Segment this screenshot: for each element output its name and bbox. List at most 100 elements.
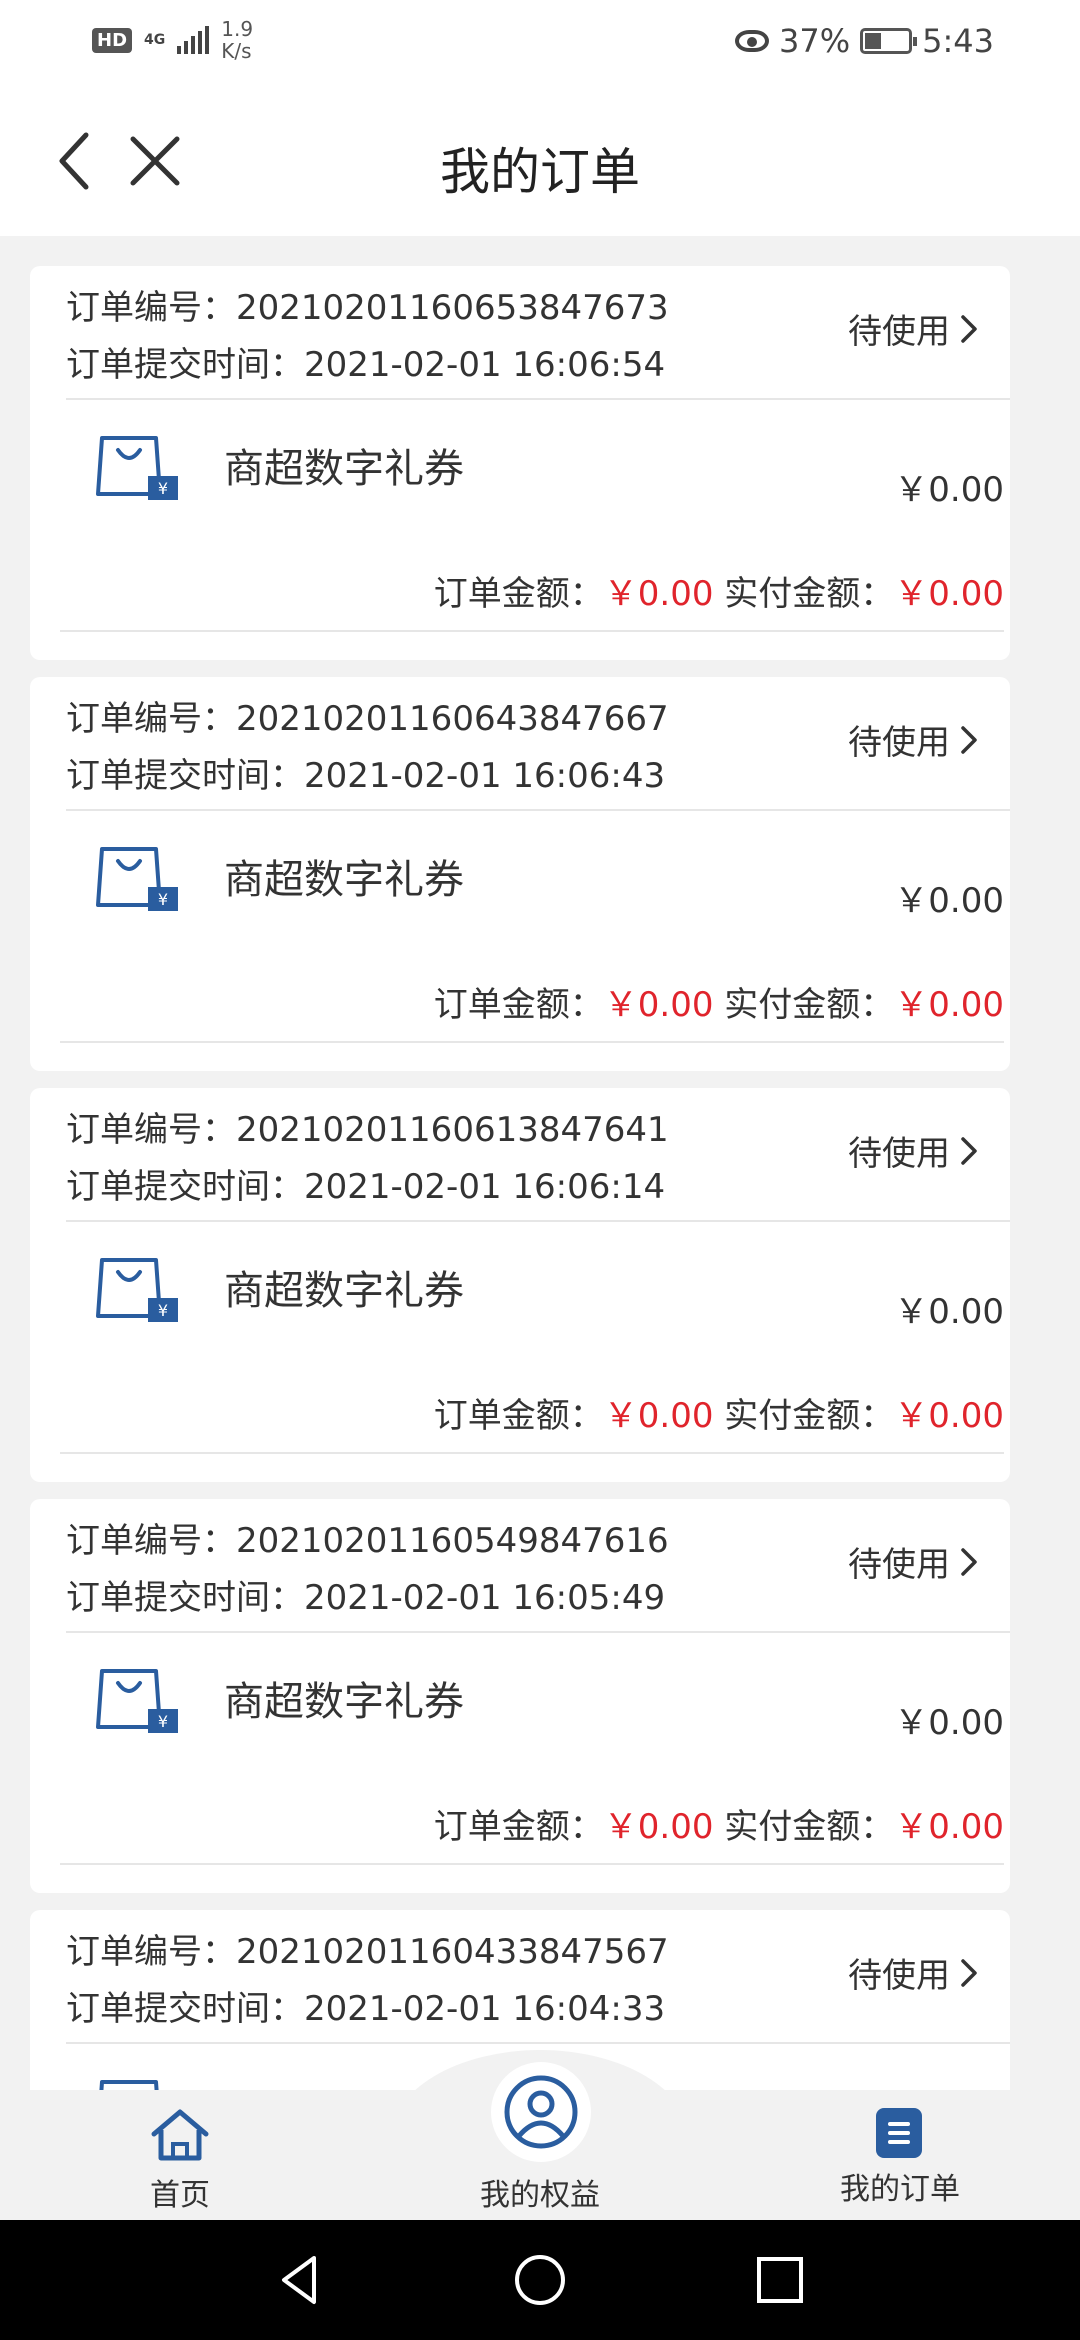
order-number: 20210201160643847667 [236, 699, 669, 739]
user-icon [504, 2075, 578, 2149]
order-amount: ￥0.00 [603, 1396, 714, 1436]
order-time-label: 订单提交时间： [66, 1167, 304, 1207]
network-speed: 1.9 K/s [221, 17, 254, 63]
order-number-label: 订单编号： [66, 1110, 236, 1150]
order-card[interactable]: 订单编号：20210201160643847667 订单提交时间：2021-02… [30, 677, 1010, 1071]
order-time-label: 订单提交时间： [66, 1989, 304, 2029]
clock: 5:43 [922, 22, 994, 60]
order-card[interactable]: 订单编号：20210201160613847641 订单提交时间：2021-02… [30, 1088, 1010, 1482]
paid-amount: ￥0.00 [894, 985, 1004, 1025]
hd-badge: HD [92, 27, 133, 53]
order-number: 20210201160653847673 [236, 288, 669, 328]
divider [66, 809, 1010, 811]
order-number: 20210201160549847616 [236, 1521, 669, 1561]
order-status[interactable]: 待使用 [848, 715, 980, 764]
product-name: 商超数字礼券 [224, 857, 464, 903]
order-status[interactable]: 待使用 [848, 1948, 980, 1997]
divider [66, 1220, 1010, 1222]
home-icon [151, 2109, 209, 2161]
chevron-right-icon [961, 1547, 977, 1576]
order-summary: 订单金额：￥0.00 实付金额：￥0.00 [434, 1388, 1004, 1437]
divider [60, 1041, 1004, 1043]
shopping-bag-icon: ¥ [96, 847, 178, 911]
order-time: 2021-02-01 16:06:54 [304, 345, 666, 385]
shopping-bag-icon: ¥ [96, 1258, 178, 1322]
order-number-row: 订单编号：20210201160653847673 [66, 280, 669, 337]
order-status[interactable]: 待使用 [848, 1126, 980, 1175]
order-number: 20210201160433847567 [236, 1932, 669, 1972]
order-number-label: 订单编号： [66, 1932, 236, 1972]
order-list[interactable]: 订单编号：20210201160653847673 订单提交时间：2021-02… [30, 266, 1010, 2090]
product-price: ￥0.00 [894, 1292, 1004, 1332]
divider [66, 1631, 1010, 1633]
order-time: 2021-02-01 16:06:14 [304, 1167, 666, 1207]
order-amount: ￥0.00 [603, 985, 714, 1025]
system-recents-icon[interactable] [750, 2250, 810, 2310]
svg-text:¥: ¥ [158, 1712, 168, 1731]
paid-amount-label: 实付金额： [724, 1396, 895, 1436]
order-status-label: 待使用 [848, 1134, 950, 1174]
order-status-label: 待使用 [848, 312, 950, 352]
nav-benefits[interactable]: 我的权益 [430, 2062, 650, 2220]
paid-amount-label: 实付金额： [724, 985, 895, 1025]
nav-home[interactable]: 首页 [70, 2090, 290, 2220]
order-time-row: 订单提交时间：2021-02-01 16:05:49 [66, 1570, 669, 1627]
battery-icon [860, 28, 918, 54]
order-status[interactable]: 待使用 [848, 304, 980, 353]
nav-benefits-label: 我的权益 [480, 2178, 600, 2213]
shopping-bag-icon: ¥ [96, 1669, 178, 1733]
page-title: 我的订单 [440, 143, 640, 201]
paid-amount: ￥0.00 [894, 1396, 1004, 1436]
signal-icon [177, 26, 210, 54]
status-left: HD 4G 1.9 K/s [92, 18, 253, 62]
order-number-row: 订单编号：20210201160549847616 [66, 1513, 669, 1570]
svg-text:¥: ¥ [158, 1301, 168, 1320]
app-header: 我的订单 [0, 86, 1080, 236]
status-right: 37% 5:43 [735, 22, 994, 60]
paid-amount: ￥0.00 [894, 1807, 1004, 1847]
product-name: 商超数字礼券 [224, 446, 464, 492]
order-time-label: 订单提交时间： [66, 756, 304, 796]
order-status-label: 待使用 [848, 723, 950, 763]
order-card[interactable]: 订单编号：20210201160653847673 订单提交时间：2021-02… [30, 266, 1010, 660]
nav-home-label: 首页 [150, 2178, 210, 2213]
order-amount: ￥0.00 [603, 574, 714, 614]
order-time-row: 订单提交时间：2021-02-01 16:06:14 [66, 1159, 669, 1216]
paid-amount-label: 实付金额： [724, 574, 895, 614]
order-number-label: 订单编号： [66, 288, 236, 328]
order-number-row: 订单编号：20210201160643847667 [66, 691, 669, 748]
order-amount: ￥0.00 [603, 1807, 714, 1847]
order-info: 订单编号：20210201160643847667 订单提交时间：2021-02… [66, 691, 669, 805]
list-icon [876, 2108, 922, 2158]
product-price: ￥0.00 [894, 881, 1004, 921]
chevron-right-icon [961, 314, 977, 343]
order-amount-label: 订单金额： [433, 1807, 604, 1847]
order-number: 20210201160613847641 [236, 1110, 669, 1150]
divider [66, 2042, 1010, 2044]
shopping-bag-icon: ¥ [96, 436, 178, 500]
order-amount-label: 订单金额： [433, 1396, 604, 1436]
network-type: 4G [144, 32, 166, 48]
order-card[interactable]: 订单编号：20210201160549847616 订单提交时间：2021-02… [30, 1499, 1010, 1893]
nav-orders[interactable]: 我的订单 [790, 2090, 1010, 2220]
order-amount-label: 订单金额： [433, 985, 604, 1025]
order-info: 订单编号：20210201160549847616 订单提交时间：2021-02… [66, 1513, 669, 1627]
order-info: 订单编号：20210201160613847641 订单提交时间：2021-02… [66, 1102, 669, 1216]
order-number-row: 订单编号：20210201160613847641 [66, 1102, 669, 1159]
order-summary: 订单金额：￥0.00 实付金额：￥0.00 [434, 566, 1004, 615]
svg-text:¥: ¥ [158, 890, 168, 909]
battery-percent: 37% [779, 22, 851, 60]
system-home-icon[interactable] [510, 2250, 570, 2310]
order-number-label: 订单编号： [66, 699, 236, 739]
chevron-right-icon [961, 725, 977, 754]
product-name: 商超数字礼券 [224, 1268, 464, 1314]
chevron-right-icon [961, 1958, 977, 1987]
divider [66, 398, 1010, 400]
system-back-icon[interactable] [270, 2250, 330, 2310]
order-number-label: 订单编号： [66, 1521, 236, 1561]
order-time: 2021-02-01 16:04:33 [304, 1989, 666, 2029]
product-price: ￥0.00 [894, 470, 1004, 510]
divider [60, 630, 1004, 632]
order-time-row: 订单提交时间：2021-02-01 16:06:54 [66, 337, 669, 394]
order-status[interactable]: 待使用 [848, 1537, 980, 1586]
